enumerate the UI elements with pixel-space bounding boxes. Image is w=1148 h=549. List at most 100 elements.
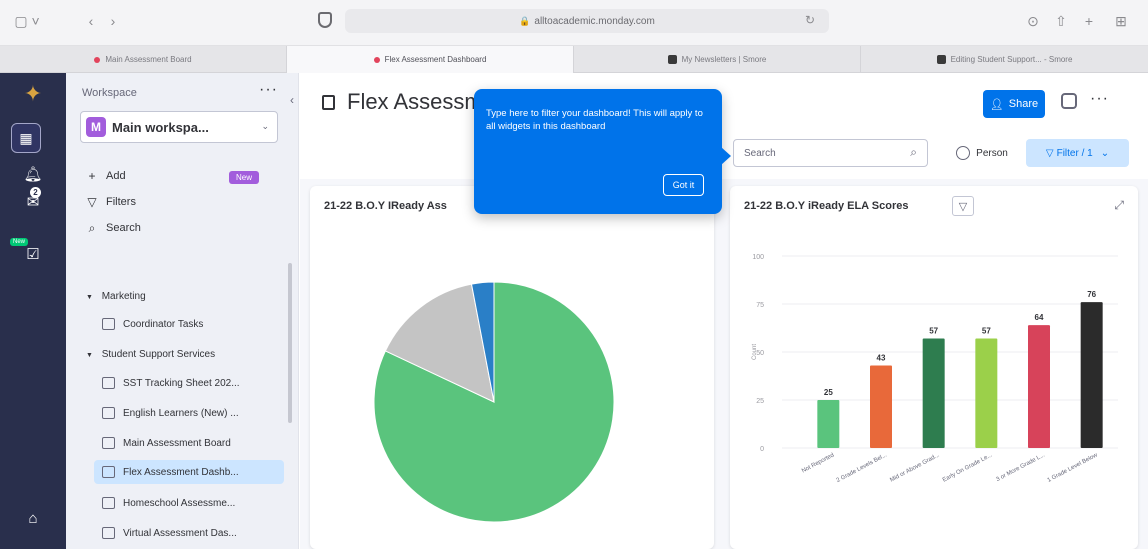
filter-icon: ▽ bbox=[1045, 147, 1054, 159]
bar[interactable] bbox=[975, 338, 998, 448]
bar[interactable] bbox=[1028, 325, 1050, 448]
x-tick-label: Mid or Above Grad... bbox=[889, 452, 941, 483]
filter-button[interactable]: ▽ Filter / 1 ⌄ bbox=[1026, 139, 1129, 167]
sidebar-item-flex-assessment-dashboard[interactable]: Flex Assessment Dashb... bbox=[94, 460, 284, 484]
expand-icon[interactable]: ⤢ bbox=[1114, 198, 1124, 213]
search-placeholder: Search bbox=[744, 147, 776, 159]
bell-icon[interactable]: 🔔︎ bbox=[0, 165, 66, 183]
board-label: Homeschool Assessme... bbox=[123, 497, 236, 509]
y-tick-label: 75 bbox=[756, 302, 764, 309]
page-title-text: Flex Assessm bbox=[347, 89, 483, 114]
bar[interactable] bbox=[922, 338, 945, 448]
sidebar-item-virtual-assessment[interactable]: Virtual Assessment Das... bbox=[94, 521, 284, 545]
dashboard-icon bbox=[102, 377, 115, 389]
new-pill: New bbox=[229, 171, 260, 184]
share-button[interactable]: 👤︎ Share bbox=[983, 90, 1045, 118]
tab-overview-icon[interactable]: ⊞ bbox=[1108, 10, 1134, 32]
dashboard-main: ‹ Flex Assessm 👤︎ Share ··· Search ⌕ Per… bbox=[290, 73, 1148, 549]
share-icon[interactable]: ⇧ bbox=[1052, 10, 1070, 32]
widget-title: 21-22 B.O.Y IReady Ass bbox=[324, 200, 447, 212]
tooltip-text: Type here to filter your dashboard! This… bbox=[486, 108, 703, 132]
bar[interactable] bbox=[870, 365, 892, 448]
smore-icon bbox=[667, 55, 677, 64]
x-tick-label: Not Reported bbox=[801, 452, 835, 474]
workspace-selector[interactable]: M Main workspa... ⌄ bbox=[80, 111, 278, 143]
workspace-label: Workspace bbox=[82, 87, 137, 99]
dashboard-search-input[interactable]: Search ⌕ bbox=[733, 139, 928, 167]
search-icon: ⌕ bbox=[910, 145, 917, 159]
person-filter-button[interactable]: Person bbox=[945, 139, 1019, 167]
board-label: Main Assessment Board bbox=[123, 437, 231, 449]
bar[interactable] bbox=[1080, 302, 1103, 448]
sidebar-search-button[interactable]: ⌕ Search bbox=[84, 219, 141, 237]
sidebar-item-coordinator-tasks[interactable]: Coordinator Tasks bbox=[94, 312, 284, 336]
widget-filter-icon[interactable]: ▽ bbox=[952, 196, 974, 216]
browser-tab-bar: Main Assessment Board Flex Assessment Da… bbox=[0, 46, 1148, 73]
sidebar-item-main-assessment-board[interactable]: Main Assessment Board bbox=[94, 431, 284, 455]
collapse-sidebar-icon[interactable]: ‹ bbox=[290, 93, 294, 107]
updates-icon[interactable] bbox=[1061, 93, 1077, 109]
dashboard-icon bbox=[322, 94, 335, 110]
bar-value-label: 57 bbox=[982, 327, 991, 336]
pie-chart bbox=[373, 281, 615, 523]
widget-pie-chart[interactable]: 21-22 B.O.Y IReady Ass bbox=[310, 186, 714, 549]
sidebar-toggle-icon[interactable]: ▢ ˅ bbox=[12, 10, 42, 32]
forward-icon[interactable]: › bbox=[104, 10, 122, 32]
board-label: SST Tracking Sheet 202... bbox=[123, 377, 240, 389]
widget-bar-chart[interactable]: 21-22 B.O.Y iReady ELA Scores ▽ ⤢ 0 25 50 7… bbox=[730, 186, 1138, 549]
filter-label: Filter / 1 bbox=[1056, 147, 1093, 159]
bar-value-label: 57 bbox=[929, 327, 938, 336]
workspace-more-icon[interactable]: ··· bbox=[259, 81, 278, 99]
filters-label: Filters bbox=[106, 196, 136, 208]
filters-button[interactable]: ▽ Filters bbox=[84, 193, 136, 211]
widget-title: 21-22 B.O.Y iReady ELA Scores bbox=[744, 200, 909, 212]
tab-label: Flex Assessment Dashboard bbox=[384, 55, 487, 64]
tab-my-newsletters[interactable]: My Newsletters | Smore bbox=[574, 46, 861, 73]
person-add-icon: 👤︎ bbox=[989, 98, 1004, 111]
bar[interactable] bbox=[817, 400, 840, 448]
chevron-down-icon: ⌄ bbox=[261, 121, 269, 131]
x-tick-label: Early On Grade Le... bbox=[942, 452, 994, 483]
sidebar-item-english-learners[interactable]: English Learners (New) ... bbox=[94, 401, 284, 425]
lock-icon: 🔒 bbox=[519, 15, 531, 26]
board-label: Coordinator Tasks bbox=[123, 318, 204, 330]
folder-marketing[interactable]: ▼ Marketing bbox=[86, 291, 146, 302]
dashboard-icon bbox=[102, 407, 115, 419]
sidebar-item-sst-tracking[interactable]: SST Tracking Sheet 202... bbox=[94, 371, 284, 395]
board-label: English Learners (New) ... bbox=[123, 407, 239, 419]
download-icon[interactable]: ⊙ bbox=[1024, 10, 1042, 32]
browser-toolbar: ▢ ˅ ‹ › 🔒 alltoacademic.monday.com ↻ ⊙ ⇧… bbox=[0, 0, 1148, 46]
filter-tooltip: Type here to filter your dashboard! This… bbox=[474, 89, 731, 214]
add-button[interactable]: + Add bbox=[84, 167, 126, 185]
back-icon[interactable]: ‹ bbox=[82, 10, 100, 32]
y-tick-label: 25 bbox=[756, 398, 764, 405]
more-icon[interactable]: ··· bbox=[1090, 90, 1109, 108]
x-tick-label: 2 Grade Levels Bel... bbox=[836, 452, 889, 484]
sidebar-scrollbar[interactable] bbox=[288, 263, 292, 423]
sidebar-item-homeschool-assessment[interactable]: Homeschool Assessme... bbox=[94, 491, 284, 515]
tab-main-assessment-board[interactable]: Main Assessment Board bbox=[0, 46, 287, 73]
page-title[interactable]: Flex Assessm bbox=[322, 89, 483, 115]
x-tick-label: 3 or More Grade L... bbox=[995, 452, 1046, 483]
y-axis-label: Count bbox=[752, 344, 758, 360]
folder-label: Student Support Services bbox=[101, 349, 216, 360]
folder-student-support-services[interactable]: ▼ Student Support Services bbox=[86, 349, 215, 360]
tab-label: Main Assessment Board bbox=[105, 55, 192, 64]
got-it-button[interactable]: Got it bbox=[663, 174, 704, 196]
help-icon[interactable]: ⌂ bbox=[0, 510, 66, 527]
new-tab-icon[interactable]: + bbox=[1080, 10, 1098, 32]
add-label: Add bbox=[106, 170, 126, 182]
apps-grid-icon[interactable]: ▦ bbox=[11, 123, 41, 153]
reload-icon[interactable]: ↻ bbox=[805, 13, 815, 27]
shield-icon[interactable] bbox=[318, 12, 332, 28]
dashboard-icon bbox=[102, 466, 115, 478]
person-icon bbox=[956, 146, 971, 160]
url-bar[interactable]: 🔒 alltoacademic.monday.com ↻ bbox=[345, 9, 829, 33]
tab-editing-student-support[interactable]: Editing Student Support... - Smore bbox=[861, 46, 1148, 73]
my-work-icon[interactable]: ☑ bbox=[0, 245, 66, 263]
bar-value-label: 25 bbox=[824, 388, 833, 397]
bar-value-label: 64 bbox=[1035, 313, 1044, 322]
school-logo-icon[interactable]: ✦ bbox=[0, 81, 66, 107]
tab-flex-assessment-dashboard[interactable]: Flex Assessment Dashboard bbox=[287, 46, 574, 73]
dashboard-icon bbox=[102, 437, 115, 449]
